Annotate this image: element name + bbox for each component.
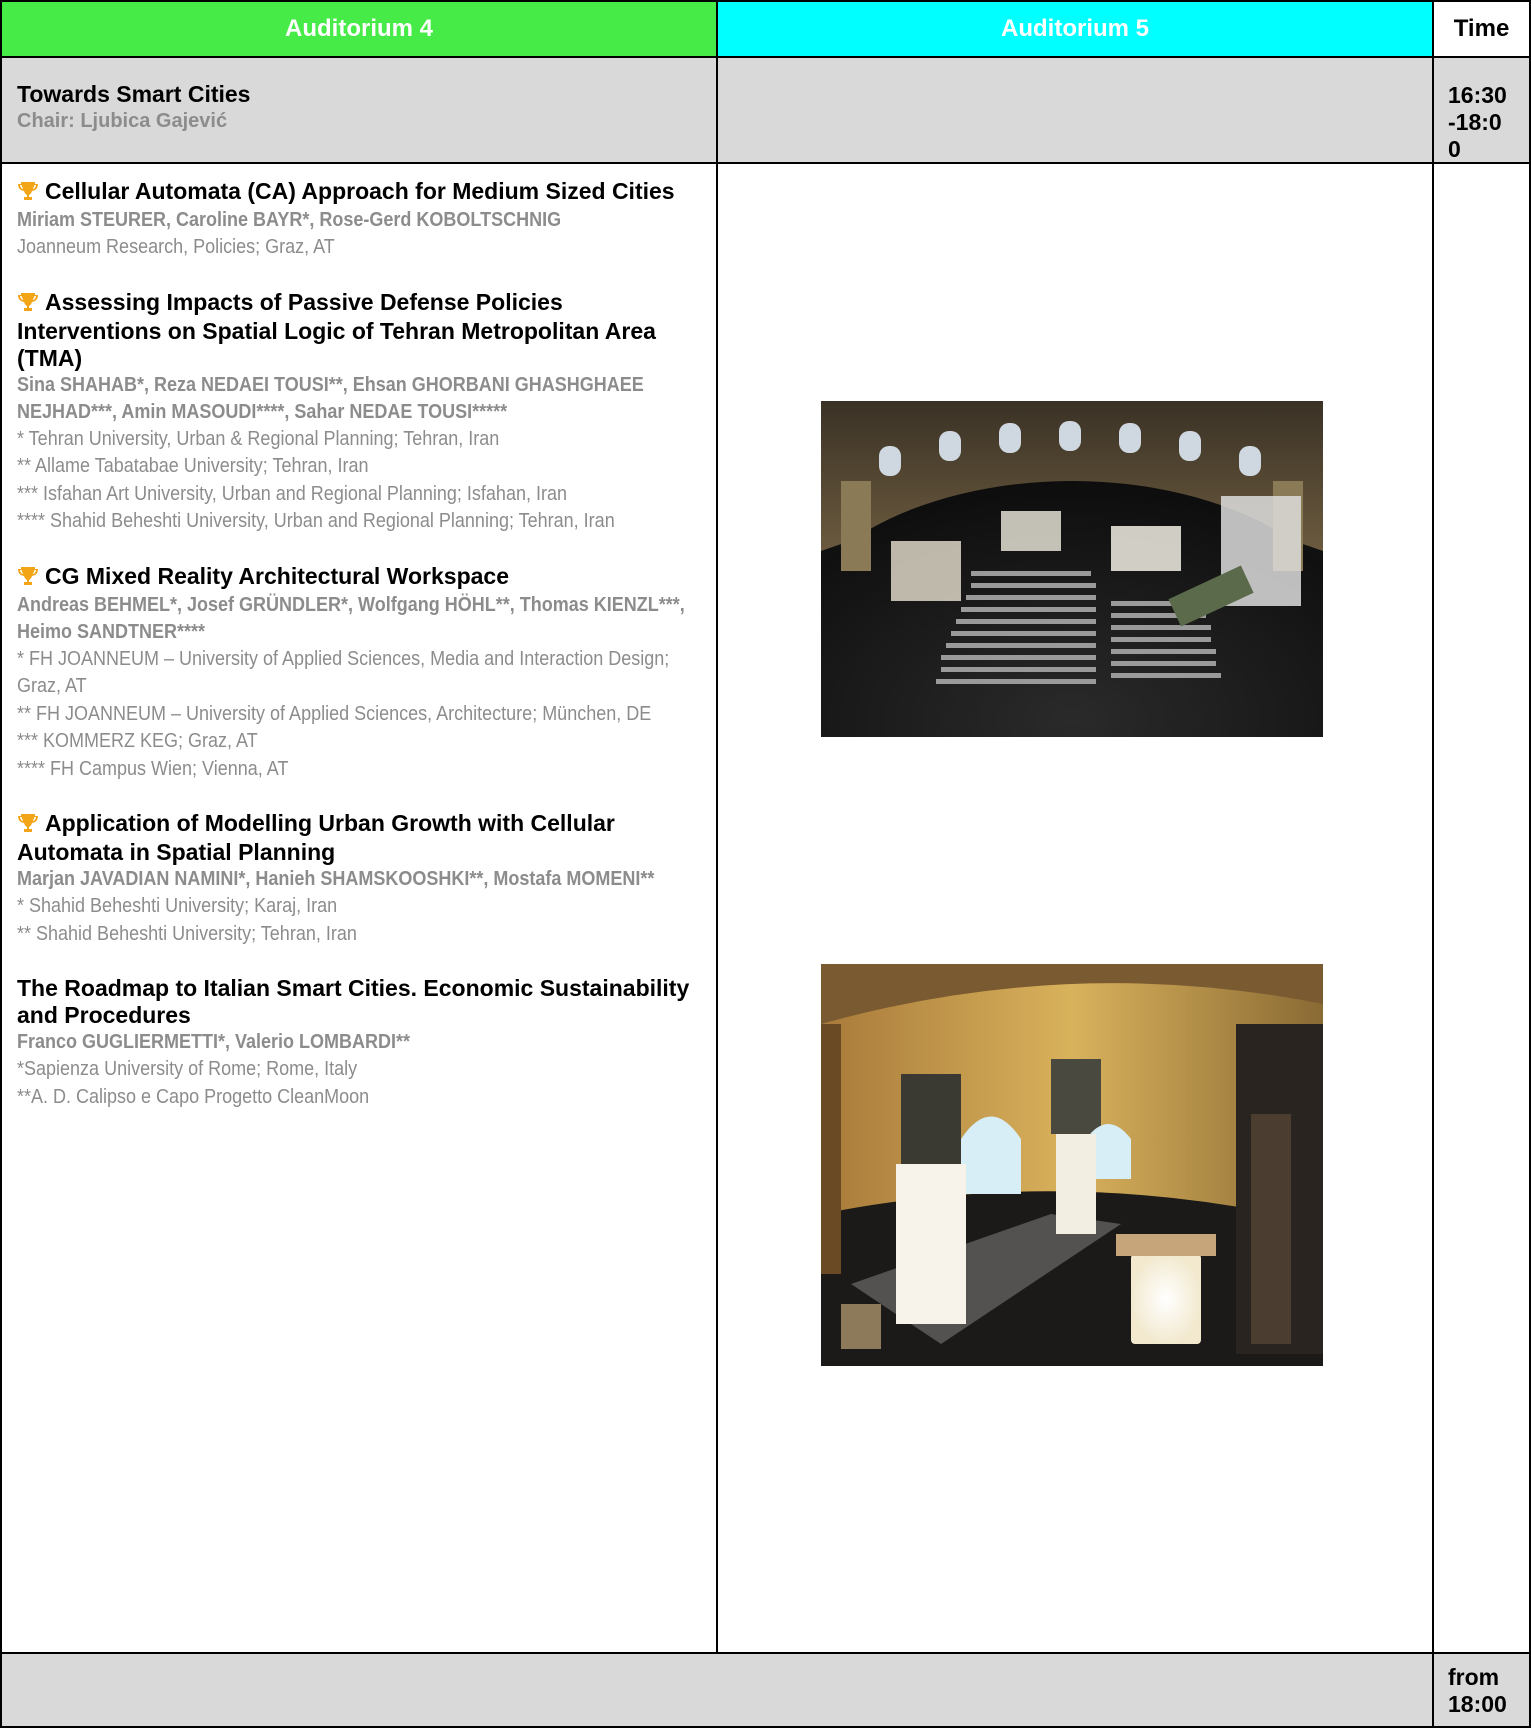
column-header-label: Auditorium 5 [1001, 15, 1149, 42]
paper-list: Cellular Automata (CA) Approach for Medi… [0, 162, 718, 1654]
paper-authors: Miriam STEURER, Caroline BAYR*, Rose-Ger… [17, 209, 562, 231]
paper-affiliation: **** Shahid Beheshti University, Urban a… [17, 510, 615, 532]
paper-affiliation: * Shahid Beheshti University; Karaj, Ira… [17, 895, 338, 917]
session-time-label: 16:30-18:00 [1448, 82, 1507, 162]
paper-entry: The Roadmap to Italian Smart Cities. Eco… [17, 975, 708, 1111]
auditorium-5-photos [716, 162, 1434, 1654]
schedule-table: Auditorium 4 Auditorium 5 Time Towards S… [0, 0, 1531, 1728]
paper-entry: Application of Modelling Urban Growth wi… [17, 810, 708, 948]
column-header-auditorium-5: Auditorium 5 [716, 0, 1434, 58]
auditorium-overhead-photo [821, 401, 1323, 737]
footer-band [0, 1652, 1434, 1728]
paper-authors: Sina SHAHAB*, Reza NEDAEI TOUSI**, Ehsan… [17, 373, 644, 423]
trophy-icon [17, 180, 39, 207]
trophy-icon [17, 291, 39, 318]
paper-entry: Cellular Automata (CA) Approach for Medi… [17, 178, 708, 262]
session-header: Towards Smart Cities Chair: Ljubica Gaje… [0, 56, 718, 164]
session-time: 16:30-18:00 [1432, 56, 1531, 164]
paper-authors: Andreas BEHMEL*, Josef GRÜNDLER*, Wolfga… [17, 593, 685, 643]
footer-time: from 18:00 [1432, 1652, 1531, 1728]
paper-affiliation: *** Isfahan Art University, Urban and Re… [17, 482, 567, 505]
paper-title: The Roadmap to Italian Smart Cities. Eco… [17, 975, 708, 1029]
paper-title-text: CG Mixed Reality Architectural Workspace [45, 562, 509, 589]
trophy-icon [17, 812, 39, 839]
column-header-label: Time [1453, 15, 1510, 42]
session-chair: Chair: Ljubica Gajević [17, 110, 228, 132]
paper-affiliation: *Sapienza University of Rome; Rome, Ital… [17, 1058, 358, 1080]
paper-title: Assessing Impacts of Passive Defense Pol… [17, 289, 708, 372]
paper-title: Application of Modelling Urban Growth wi… [17, 810, 708, 866]
paper-affiliation: Joanneum Research, Policies; Graz, AT [17, 236, 335, 258]
paper-affiliation: * FH JOANNEUM – University of Applied Sc… [17, 647, 670, 698]
paper-title-text: Assessing Impacts of Passive Defense Pol… [17, 288, 656, 371]
paper-affiliation: **A. D. Calipso e Capo Progetto CleanMoo… [17, 1085, 370, 1108]
paper-authors: Marjan JAVADIAN NAMINI*, Hanieh SHAMSKOO… [17, 868, 655, 890]
paper-affiliation: *** KOMMERZ KEG; Graz, AT [17, 730, 258, 752]
paper-entry: CG Mixed Reality Architectural Workspace… [17, 563, 708, 784]
paper-affiliation: ** FH JOANNEUM – University of Applied S… [17, 702, 652, 725]
paper-title-text: Cellular Automata (CA) Approach for Medi… [45, 178, 675, 204]
paper-affiliation: **** FH Campus Wien; Vienna, AT [17, 757, 289, 780]
trophy-icon [17, 565, 39, 592]
column-header-label: Auditorium 4 [285, 15, 433, 42]
paper-title: Cellular Automata (CA) Approach for Medi… [17, 178, 708, 207]
gallery-photo [821, 964, 1323, 1366]
paper-affiliation: ** Shahid Beheshti University; Tehran, I… [17, 922, 357, 945]
paper-entry: Assessing Impacts of Passive Defense Pol… [17, 289, 708, 536]
session-title: Towards Smart Cities [17, 81, 251, 107]
time-column-body [1432, 162, 1531, 1654]
paper-authors: Franco GUGLIERMETTI*, Valerio LOMBARDI** [17, 1031, 411, 1053]
paper-title: CG Mixed Reality Architectural Workspace [17, 563, 708, 592]
column-header-time: Time [1432, 0, 1531, 58]
footer-time-label: from 18:00 [1448, 1664, 1507, 1717]
paper-affiliation: ** Allame Tabatabae University; Tehran, … [17, 455, 369, 477]
session-header-empty [716, 56, 1434, 164]
paper-title-text: The Roadmap to Italian Smart Cities. Eco… [17, 975, 690, 1028]
paper-affiliation: * Tehran University, Urban & Regional Pl… [17, 427, 500, 450]
column-header-auditorium-4: Auditorium 4 [0, 0, 718, 58]
paper-title-text: Application of Modelling Urban Growth wi… [17, 810, 615, 865]
